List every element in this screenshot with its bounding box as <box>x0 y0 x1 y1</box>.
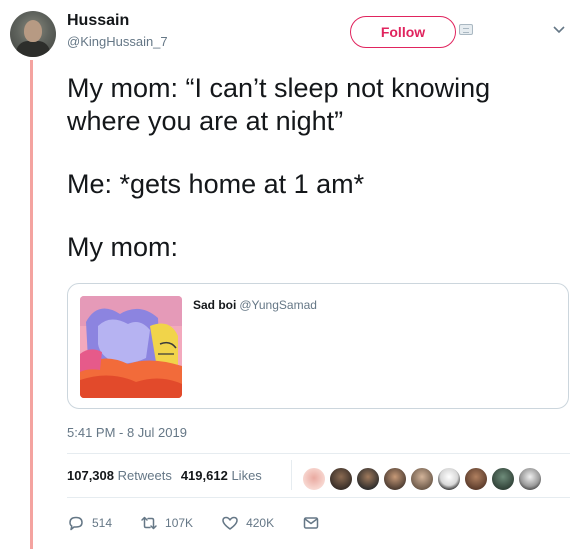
quoted-author: Sad boi @YungSamad <box>193 298 317 312</box>
likes-label: Likes <box>231 468 262 483</box>
retweets-label: Retweets <box>117 468 172 483</box>
liker-avatar[interactable] <box>356 467 380 491</box>
tweet-line-3: My mom: <box>67 232 178 262</box>
stats-separator <box>291 460 292 490</box>
envelope-icon <box>303 517 319 529</box>
liker-avatar[interactable] <box>410 467 434 491</box>
sharing-badge-icon <box>459 24 473 35</box>
retweets-stat[interactable]: 107,308 Retweets <box>67 468 172 483</box>
retweet-icon <box>141 516 157 530</box>
tweet-line-1: My mom: “I can’t sleep not knowing where… <box>67 73 498 136</box>
chevron-down-icon[interactable] <box>552 22 566 36</box>
quoted-author-name: Sad boi <box>193 298 237 312</box>
retweet-count: 107K <box>165 516 194 530</box>
avatar-face <box>24 20 42 42</box>
liker-avatar[interactable] <box>329 467 353 491</box>
liker-avatar[interactable] <box>491 467 515 491</box>
tweet-text: My mom: “I can’t sleep not knowing where… <box>67 72 567 264</box>
divider-bottom <box>67 497 570 498</box>
author-handle[interactable]: @KingHussain_7 <box>67 34 168 49</box>
direct-message-button[interactable] <box>302 514 320 532</box>
liker-avatars <box>302 467 542 491</box>
liker-avatar[interactable] <box>383 467 407 491</box>
follow-button[interactable]: Follow <box>350 16 456 48</box>
avatar-shirt <box>16 41 50 57</box>
liker-avatar[interactable] <box>302 467 326 491</box>
liker-avatar[interactable] <box>437 467 461 491</box>
quoted-tweet-card[interactable]: Sad boi @YungSamad <box>67 283 569 409</box>
reply-button[interactable]: 514 <box>67 514 112 532</box>
engagement-stats: 107,308 Retweets 419,612 Likes <box>67 468 262 483</box>
heart-icon <box>222 516 238 530</box>
reply-count: 514 <box>92 516 113 530</box>
likes-count: 419,612 <box>180 468 228 483</box>
likes-stat[interactable]: 419,612 Likes <box>181 468 262 483</box>
author-name[interactable]: Hussain <box>67 12 129 30</box>
simpsons-homer-in-bed-thumbnail <box>80 296 182 398</box>
like-count: 420K <box>246 516 275 530</box>
retweet-button[interactable]: 107K <box>140 514 193 532</box>
liker-avatar[interactable] <box>518 467 542 491</box>
quoted-author-handle: @YungSamad <box>239 298 317 312</box>
tweet-actions: 514 107K 420K <box>67 514 348 532</box>
tweet-timestamp[interactable]: 5:41 PM - 8 Jul 2019 <box>67 425 187 440</box>
author-avatar[interactable] <box>10 11 56 57</box>
thread-line <box>30 60 33 549</box>
retweets-count: 107,308 <box>67 468 114 483</box>
like-button[interactable]: 420K <box>221 514 274 532</box>
reply-bubble-icon <box>69 516 83 531</box>
tweet-line-2: Me: *gets home at 1 am* <box>67 169 365 199</box>
divider-top <box>67 453 570 454</box>
liker-avatar[interactable] <box>464 467 488 491</box>
